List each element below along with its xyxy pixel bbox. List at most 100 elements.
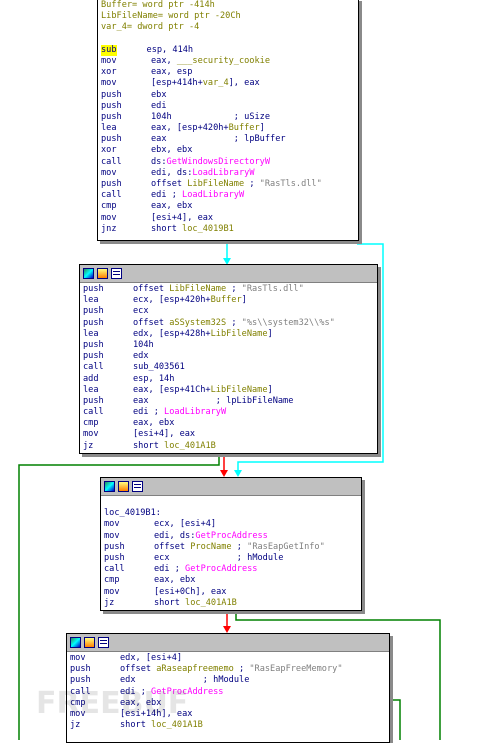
asm-line[interactable]: jnz short loc_4019B1 <box>101 224 355 235</box>
xref-list-icon[interactable] <box>98 637 109 648</box>
code-block-3[interactable]: loc_4019B1: mov ecx, [esi+4] mov edi, ds:Get… <box>100 477 362 611</box>
asm-operand: eax, [esp+420h+ <box>151 123 229 134</box>
asm-operand: "RasEapFreeMemory" <box>249 664 343 675</box>
asm-line[interactable]: mov ecx, [esi+4] <box>104 519 358 530</box>
asm-line[interactable]: Buffer= word ptr -414h <box>101 0 355 11</box>
asm-operand: aRaseapfreememo <box>156 664 234 675</box>
asm-operand: loc_401A1B <box>151 720 203 731</box>
asm-line[interactable]: lea edx, [esp+428h+LibFileName] <box>83 329 374 340</box>
asm-line[interactable]: jz short loc_401A1B <box>104 598 358 609</box>
asm-operand: GetProcAddress <box>185 564 258 575</box>
graph-color-icon[interactable] <box>70 637 81 648</box>
asm-operand: edx <box>133 351 149 362</box>
asm-operand: LibFileName <box>210 328 268 339</box>
asm-operand: edi ; <box>133 407 165 418</box>
asm-line[interactable]: push ecx ; hModule <box>104 553 358 564</box>
asm-mnemonic: lea <box>83 295 99 306</box>
asm-line[interactable]: push ecx <box>83 306 374 317</box>
code-block-2[interactable]: push offset LibFileName ; "RasTls.dll" lea… <box>79 264 378 454</box>
asm-line[interactable]: mov edx, [esi+4] <box>70 653 386 664</box>
asm-operand: LoadLibraryW <box>182 190 245 201</box>
asm-operand: ebx, ebx <box>151 145 193 156</box>
asm-mnemonic: call <box>101 190 122 201</box>
asm-operand: edi, ds: <box>151 167 193 178</box>
asm-mnemonic: push <box>101 89 122 100</box>
graph-color-icon[interactable] <box>83 268 94 279</box>
asm-operand: Buffer <box>210 295 242 306</box>
asm-line[interactable]: call ds:GetWindowsDirectoryW <box>101 157 355 168</box>
asm-line[interactable]: push eax ; lpBuffer <box>101 134 355 145</box>
asm-line[interactable]: push offset aSSystem32S ; "%s\\system32\\… <box>83 318 374 329</box>
asm-line[interactable]: call edi ; GetProcAddress <box>104 564 358 575</box>
asm-line[interactable]: cmp eax, ebx <box>101 201 355 212</box>
edit-node-icon[interactable] <box>97 268 108 279</box>
asm-mnemonic: add <box>83 373 99 384</box>
asm-line[interactable]: mov edi, ds:GetProcAddress <box>104 531 358 542</box>
asm-operand: ; <box>231 541 248 552</box>
asm-mnemonic: jz <box>70 720 81 731</box>
asm-line[interactable]: push offset ProcName ; "RasEapGetInfo" <box>104 542 358 553</box>
asm-operand: loc_401A1B <box>185 597 237 608</box>
asm-operand: ds: <box>151 156 167 167</box>
asm-line[interactable]: lea eax, [esp+41Ch+LibFileName] <box>83 385 374 396</box>
asm-line[interactable]: push offset aRaseapfreememo ; "RasEapFree… <box>70 664 386 675</box>
asm-line[interactable]: lea ecx, [esp+420h+Buffer] <box>83 295 374 306</box>
asm-line[interactable]: cmp eax, ebx <box>104 575 358 586</box>
node-titlebar[interactable] <box>80 265 377 283</box>
asm-line[interactable]: push offset LibFileName ; "RasTls.dll" <box>83 284 374 295</box>
asm-mnemonic: mov <box>104 519 120 530</box>
asm-line[interactable]: mov eax, ___security_cookie <box>101 56 355 67</box>
asm-line[interactable]: call edi ; LoadLibraryW <box>101 190 355 201</box>
asm-line[interactable]: push offset LibFileName ; "RasTls.dll" <box>101 179 355 190</box>
asm-line[interactable]: push 104h ; uSize <box>101 112 355 123</box>
asm-line[interactable]: xor ebx, ebx <box>101 145 355 156</box>
asm-line[interactable]: loc_4019B1: <box>104 508 358 519</box>
asm-line[interactable]: push edi <box>101 101 355 112</box>
asm-line[interactable]: push 104h <box>83 340 374 351</box>
asm-line[interactable] <box>104 497 358 508</box>
asm-line[interactable]: mov [esi+4], eax <box>101 213 355 224</box>
asm-mnemonic: call <box>101 156 122 167</box>
asm-mnemonic: push <box>104 541 125 552</box>
asm-line[interactable]: push edx <box>83 351 374 362</box>
asm-line[interactable]: mov edi, ds:LoadLibraryW <box>101 168 355 179</box>
asm-line[interactable]: mov [esi+0Ch], eax <box>104 587 358 598</box>
asm-line[interactable] <box>101 34 355 45</box>
asm-line[interactable]: jz short loc_401A1B <box>70 720 386 731</box>
asm-line[interactable]: push edx ; hModule <box>70 675 386 686</box>
asm-operand: edi ; <box>154 564 186 575</box>
asm-mnemonic: push <box>83 317 104 328</box>
asm-line[interactable]: var_4= dword ptr -4 <box>101 22 355 33</box>
xref-list-icon[interactable] <box>132 481 143 492</box>
asm-line[interactable]: push eax ; lpLibFileName <box>83 396 374 407</box>
asm-operand: eax, <box>151 55 177 66</box>
asm-line[interactable]: call edi ; LoadLibraryW <box>83 407 374 418</box>
asm-operand: esp, 414h <box>146 44 194 55</box>
asm-line[interactable]: cmp eax, ebx <box>83 418 374 429</box>
asm-line[interactable]: add esp, 14h <box>83 374 374 385</box>
graph-color-icon[interactable] <box>104 481 115 492</box>
asm-line[interactable]: xor eax, esp <box>101 67 355 78</box>
asm-operand: LibFileName <box>169 284 227 294</box>
asm-line[interactable]: mov [esi+4], eax <box>83 429 374 440</box>
asm-mnemonic: call <box>83 362 104 373</box>
asm-line[interactable]: call sub_403561 <box>83 362 374 373</box>
xref-list-icon[interactable] <box>111 268 122 279</box>
asm-line[interactable]: sub esp, 414h <box>101 44 355 56</box>
code-block-1[interactable]: Buffer= word ptr -414h LibFileName= word … <box>97 0 359 241</box>
disassembly-listing: push offset LibFileName ; "RasTls.dll" lea… <box>80 283 377 453</box>
asm-line[interactable]: jz short loc_401A1B <box>83 441 374 452</box>
node-titlebar[interactable] <box>67 634 389 652</box>
asm-line[interactable]: lea eax, [esp+420h+Buffer] <box>101 123 355 134</box>
asm-line[interactable]: LibFileName= word ptr -20Ch <box>101 11 355 22</box>
asm-line[interactable]: push ebx <box>101 90 355 101</box>
edit-node-icon[interactable] <box>84 637 95 648</box>
asm-mnemonic: jnz <box>101 223 117 234</box>
asm-mnemonic: lea <box>83 328 99 339</box>
node-titlebar[interactable] <box>101 478 361 496</box>
asm-line[interactable]: mov [esp+414h+var_4], eax <box>101 78 355 89</box>
asm-operand: offset <box>133 284 170 294</box>
asm-operand: ecx <box>133 306 149 317</box>
asm-operand: loc_4019B1 <box>182 223 234 234</box>
edit-node-icon[interactable] <box>118 481 129 492</box>
